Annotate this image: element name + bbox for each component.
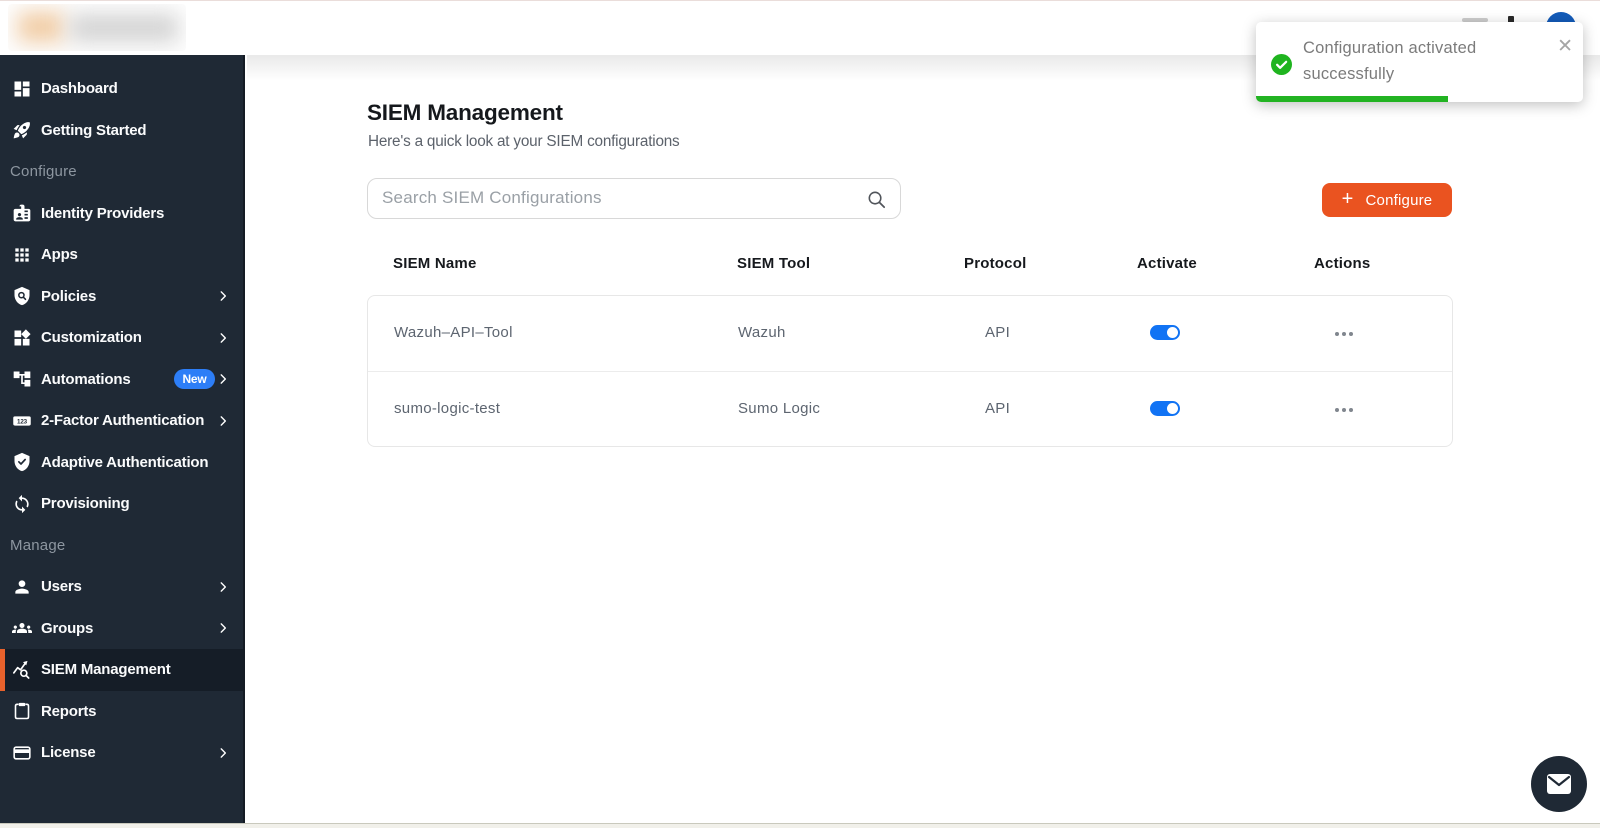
svg-text:123: 123 [17,418,28,425]
